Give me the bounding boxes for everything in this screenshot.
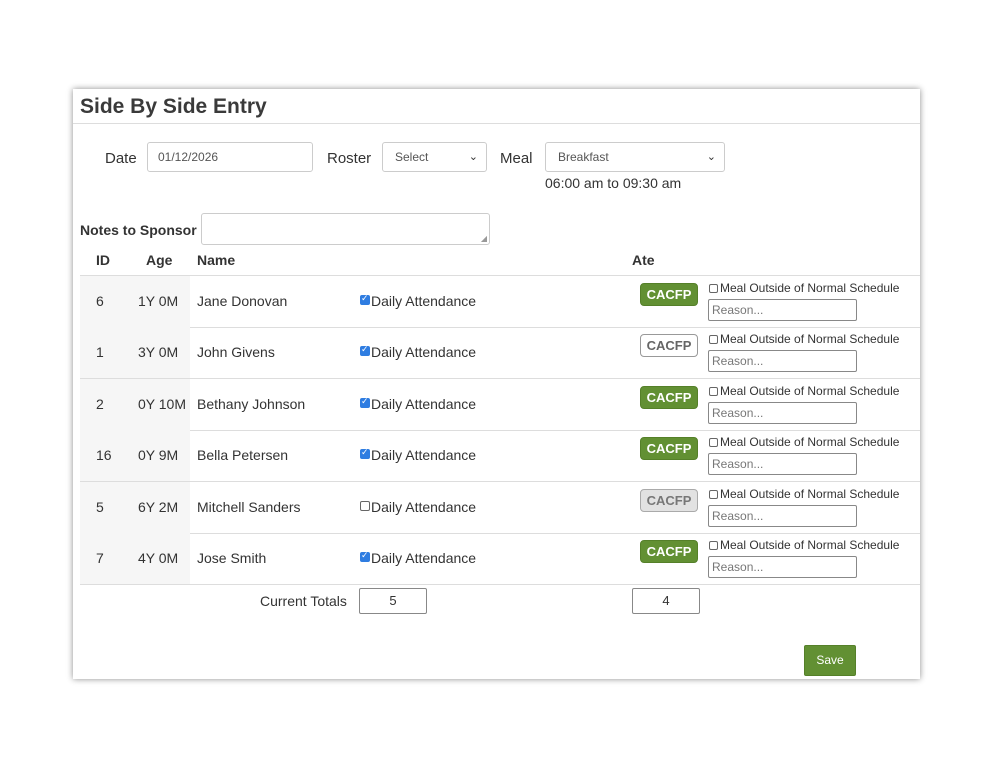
- meal-outside-label: Meal Outside of Normal Schedule: [720, 538, 900, 552]
- row-id: 1: [96, 344, 104, 361]
- row-id: 2: [96, 395, 104, 412]
- row-id: 16: [96, 447, 112, 464]
- row-age: 0Y 9M: [138, 447, 179, 464]
- meal-outside-label: Meal Outside of Normal Schedule: [720, 435, 900, 450]
- meal-outside-label: Meal Outside of Normal Schedule: [720, 383, 900, 398]
- attendance-label: Daily Attendance: [371, 293, 477, 309]
- reason-input[interactable]: Reason...: [708, 453, 857, 476]
- notes-label: Notes to Sponsor: [80, 222, 197, 238]
- meal-outside-checkbox[interactable]: [709, 386, 718, 396]
- attendance-checkbox[interactable]: [360, 447, 370, 460]
- cacfp-button[interactable]: CACFP: [640, 540, 698, 563]
- table-row: 1 3Y 0M John Givens Daily Attendance CACFP Me…: [80, 327, 920, 380]
- row-age: 0Y 10M: [138, 395, 186, 412]
- cacfp-button[interactable]: CACFP: [640, 334, 698, 358]
- meal-outside-label: Meal Outside of Normal Schedule: [720, 281, 900, 295]
- reason-input[interactable]: Reason...: [708, 350, 857, 373]
- meal-select-value: Breakfast: [558, 150, 609, 164]
- current-totals-label: Current Totals: [260, 593, 347, 609]
- row-name: Bethany Johnson: [197, 395, 306, 412]
- attendance-checkbox[interactable]: [360, 550, 370, 562]
- table-row: 2 0Y 10M Bethany Johnson Daily Attendance CA…: [80, 378, 920, 431]
- meal-outside-label: Meal Outside of Normal Schedule: [720, 332, 900, 347]
- meal-outside-checkbox[interactable]: [709, 438, 718, 448]
- table-row: 6 1Y 0M Jane Donovan Daily Attendance CACFP M…: [80, 276, 920, 328]
- header-name: Name: [197, 252, 236, 268]
- reason-input[interactable]: Reason...: [708, 299, 857, 321]
- cacfp-button[interactable]: CACFP: [640, 437, 698, 461]
- table-row: 16 0Y 9M Bella Petersen Daily Attendance CAC…: [80, 430, 920, 483]
- cacfp-button[interactable]: CACFP: [640, 283, 698, 306]
- row-age: 6Y 2M: [138, 498, 179, 515]
- meal-outside-checkbox[interactable]: [709, 335, 718, 345]
- attendance-total: 5: [359, 588, 427, 614]
- reason-input[interactable]: Reason...: [708, 556, 857, 578]
- notes-textarea[interactable]: ◢: [201, 213, 490, 245]
- meal-outside-checkbox[interactable]: [709, 489, 718, 499]
- date-label: Date: [105, 150, 137, 167]
- row-id: 5: [96, 498, 104, 515]
- attendance-checkbox[interactable]: [360, 344, 370, 357]
- meal-outside-label: Meal Outside of Normal Schedule: [720, 486, 900, 501]
- attendance-label: Daily Attendance: [371, 550, 477, 566]
- row-age: 3Y 0M: [138, 344, 179, 361]
- meal-outside-checkbox[interactable]: [709, 284, 718, 293]
- attendance-label: Daily Attendance: [371, 344, 477, 361]
- meal-select[interactable]: Breakfast ⌄: [545, 142, 725, 172]
- meal-time-range: 06:00 am to 09:30 am: [545, 175, 682, 191]
- chevron-down-icon: ⌄: [706, 151, 716, 163]
- attendance-label: Daily Attendance: [371, 395, 477, 412]
- table-header: ID Age Name Ate: [80, 249, 920, 276]
- reason-input[interactable]: Reason...: [708, 504, 857, 527]
- save-button[interactable]: Save: [804, 645, 856, 676]
- header-id: ID: [96, 252, 110, 268]
- table-row: 5 6Y 2M Mitchell Sanders Daily Attendance CA…: [80, 481, 920, 534]
- title-divider: [73, 123, 920, 124]
- row-name: John Givens: [197, 344, 275, 361]
- reason-input[interactable]: Reason...: [708, 401, 857, 424]
- meal-outside-checkbox[interactable]: [709, 541, 718, 550]
- roster-label: Roster: [327, 150, 372, 167]
- row-age: 1Y 0M: [138, 293, 179, 309]
- meal-label: Meal: [500, 150, 533, 167]
- attendance-checkbox[interactable]: [360, 293, 370, 305]
- row-name: Jose Smith: [197, 550, 267, 566]
- side-by-side-entry-panel: Side By Side Entry Date 01/12/2026 Roste…: [73, 89, 920, 679]
- row-name: Bella Petersen: [197, 447, 289, 464]
- ate-total: 4: [632, 588, 700, 614]
- roster-select-value: Select: [395, 150, 429, 164]
- attendance-checkbox[interactable]: [360, 396, 370, 408]
- date-input[interactable]: 01/12/2026: [147, 142, 313, 172]
- row-age: 4Y 0M: [138, 550, 179, 566]
- attendance-label: Daily Attendance: [371, 498, 477, 515]
- header-ate: Ate: [632, 252, 655, 268]
- resize-grip-icon: ◢: [480, 234, 487, 243]
- attendance-checkbox[interactable]: [360, 500, 370, 511]
- roster-select[interactable]: Select ⌄: [382, 142, 487, 172]
- row-name: Mitchell Sanders: [197, 498, 301, 515]
- page-title: Side By Side Entry: [80, 95, 267, 118]
- row-name: Jane Donovan: [197, 293, 288, 309]
- header-age: Age: [146, 252, 173, 268]
- table-row: 7 4Y 0M Jose Smith Daily Attendance CACFP Mea…: [80, 533, 920, 585]
- row-id: 6: [96, 293, 104, 309]
- attendance-label: Daily Attendance: [371, 447, 477, 464]
- cacfp-button[interactable]: CACFP: [640, 488, 698, 512]
- cacfp-button[interactable]: CACFP: [640, 385, 698, 409]
- row-id: 7: [96, 550, 104, 566]
- chevron-down-icon: ⌄: [468, 151, 478, 163]
